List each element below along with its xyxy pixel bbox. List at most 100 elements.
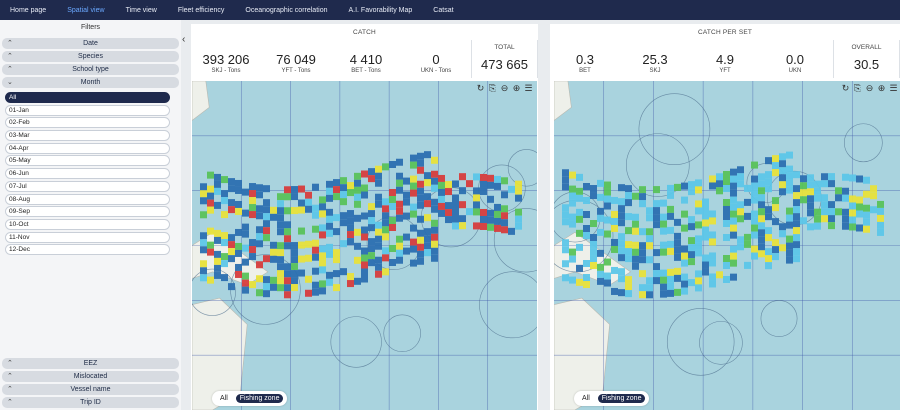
heat-cell	[242, 272, 249, 280]
heat-cell	[389, 160, 396, 168]
month-option[interactable]: 11-Nov	[5, 231, 170, 243]
nav-catsat[interactable]: Catsat	[433, 7, 453, 14]
filter-trip-id[interactable]: ⌃ Trip ID	[2, 397, 179, 408]
heat-cell	[597, 277, 604, 285]
month-option-all[interactable]: All	[5, 92, 170, 103]
catch-map[interactable]: ↻ ⎘ ⊖ ⊕ ☰ All Fishing zone	[192, 81, 537, 410]
heat-cell	[326, 222, 333, 230]
heat-cell	[646, 207, 653, 215]
toggle-fishing-zone[interactable]: Fishing zone	[235, 394, 284, 403]
layers-icon[interactable]: ☰	[523, 83, 534, 94]
filter-eez[interactable]: ⌃ EEZ	[2, 358, 179, 369]
heat-cell	[863, 225, 870, 233]
heat-cell	[284, 270, 291, 278]
nav-fleet-efficiency[interactable]: Fleet efficiency	[178, 7, 225, 14]
kpi-value: 4.9	[715, 52, 735, 67]
heat-cell	[347, 217, 354, 225]
heat-cell	[424, 242, 431, 250]
refresh-icon[interactable]: ↻	[475, 83, 486, 94]
filter-school-type[interactable]: ⌃ School type	[2, 64, 179, 75]
heat-cell	[758, 180, 765, 188]
heat-cell	[625, 248, 632, 256]
heat-cell	[730, 203, 737, 211]
heat-cell	[347, 231, 354, 239]
month-option[interactable]: 02-Feb	[5, 117, 170, 129]
heat-cell	[361, 247, 368, 255]
heat-cell	[793, 255, 800, 263]
heat-cell	[480, 173, 487, 181]
month-option[interactable]: 08-Aug	[5, 193, 170, 205]
heat-cell	[688, 188, 695, 196]
bookmark-icon[interactable]: ⎘	[487, 83, 498, 94]
nav-ai-favorability-map[interactable]: A.I. Favorability Map	[348, 7, 412, 14]
heat-cell	[487, 216, 494, 224]
toggle-all[interactable]: All	[216, 394, 232, 403]
heat-cell	[821, 208, 828, 216]
bookmark-icon[interactable]: ⎘	[852, 83, 863, 94]
heat-cell	[284, 193, 291, 201]
heat-cell	[772, 218, 779, 226]
filter-species[interactable]: ⌃ Species	[2, 51, 179, 62]
zoom-in-icon[interactable]: ⊕	[511, 83, 522, 94]
heat-cell	[200, 211, 207, 219]
zoom-in-icon[interactable]: ⊕	[876, 83, 887, 94]
heat-cell	[312, 225, 319, 233]
heat-cell	[758, 215, 765, 223]
heat-cell	[410, 259, 417, 267]
toggle-all[interactable]: All	[578, 394, 594, 403]
month-option[interactable]: 09-Sep	[5, 206, 170, 218]
refresh-icon[interactable]: ↻	[840, 83, 851, 94]
month-option[interactable]: 10-Oct	[5, 218, 170, 230]
heat-cell	[277, 228, 284, 236]
heat-cell	[807, 223, 814, 231]
layers-icon[interactable]: ☰	[888, 83, 899, 94]
nav-spatial-view[interactable]: Spatial view	[67, 7, 104, 14]
month-option[interactable]: 01-Jan	[5, 104, 170, 116]
heat-cell	[709, 175, 716, 183]
kpi-label: YFT - Tons	[281, 68, 311, 74]
month-option[interactable]: 07-Jul	[5, 180, 170, 192]
catch-panel: CATCH 393 206 SKJ - Tons 76 049 YFT - To…	[191, 24, 538, 410]
filter-month[interactable]: ⌄ Month	[2, 77, 179, 88]
month-option[interactable]: 05-May	[5, 155, 170, 167]
heat-cell	[347, 238, 354, 246]
month-option[interactable]: 04-Apr	[5, 142, 170, 154]
cps-kpi-row: 0.3 BET 25.3 SKJ 4.9 YFT 0.0 UKN OVERALL…	[550, 40, 900, 80]
heat-cell	[863, 176, 870, 184]
heat-cell	[382, 198, 389, 206]
nav-home[interactable]: Home page	[10, 7, 46, 14]
heat-cell	[828, 208, 835, 216]
heat-cell	[583, 281, 590, 289]
month-option[interactable]: 06-Jun	[5, 168, 170, 180]
heat-cell	[207, 248, 214, 256]
heat-cell	[618, 275, 625, 283]
nav-oceanographic-correlation[interactable]: Oceanographic correlation	[245, 7, 327, 14]
heat-cell	[562, 260, 569, 268]
heat-cell	[737, 243, 744, 251]
month-option[interactable]: 12-Dec	[5, 244, 170, 256]
month-option[interactable]: 03-Mar	[5, 130, 170, 142]
heat-cell	[730, 196, 737, 204]
kpi-overall-value: 30.5	[853, 57, 880, 72]
filters-title: Filters	[80, 24, 101, 31]
zoom-out-icon[interactable]: ⊖	[864, 83, 875, 94]
heat-cell	[758, 194, 765, 202]
filter-date[interactable]: ⌃ Date	[2, 38, 179, 49]
filter-mislocated[interactable]: ⌃ Mislocated	[2, 371, 179, 382]
heat-cell	[438, 195, 445, 203]
heat-cell	[459, 201, 466, 209]
nav-time-view[interactable]: Time view	[126, 7, 157, 14]
heat-cell	[653, 207, 660, 215]
heat-cell	[611, 196, 618, 204]
filter-vessel-name[interactable]: ⌃ Vessel name	[2, 384, 179, 395]
chevron-left-icon[interactable]: ‹	[182, 34, 185, 45]
heat-cell	[583, 197, 590, 205]
heat-cell	[625, 241, 632, 249]
catch-per-set-map[interactable]: ↻ ⎘ ⊖ ⊕ ☰ All Fishing zone	[554, 81, 900, 410]
heat-cell	[333, 249, 340, 257]
toggle-fishing-zone[interactable]: Fishing zone	[597, 394, 646, 403]
zoom-out-icon[interactable]: ⊖	[499, 83, 510, 94]
heat-cell	[667, 268, 674, 276]
heat-cell	[228, 255, 235, 263]
heat-cell	[674, 246, 681, 254]
